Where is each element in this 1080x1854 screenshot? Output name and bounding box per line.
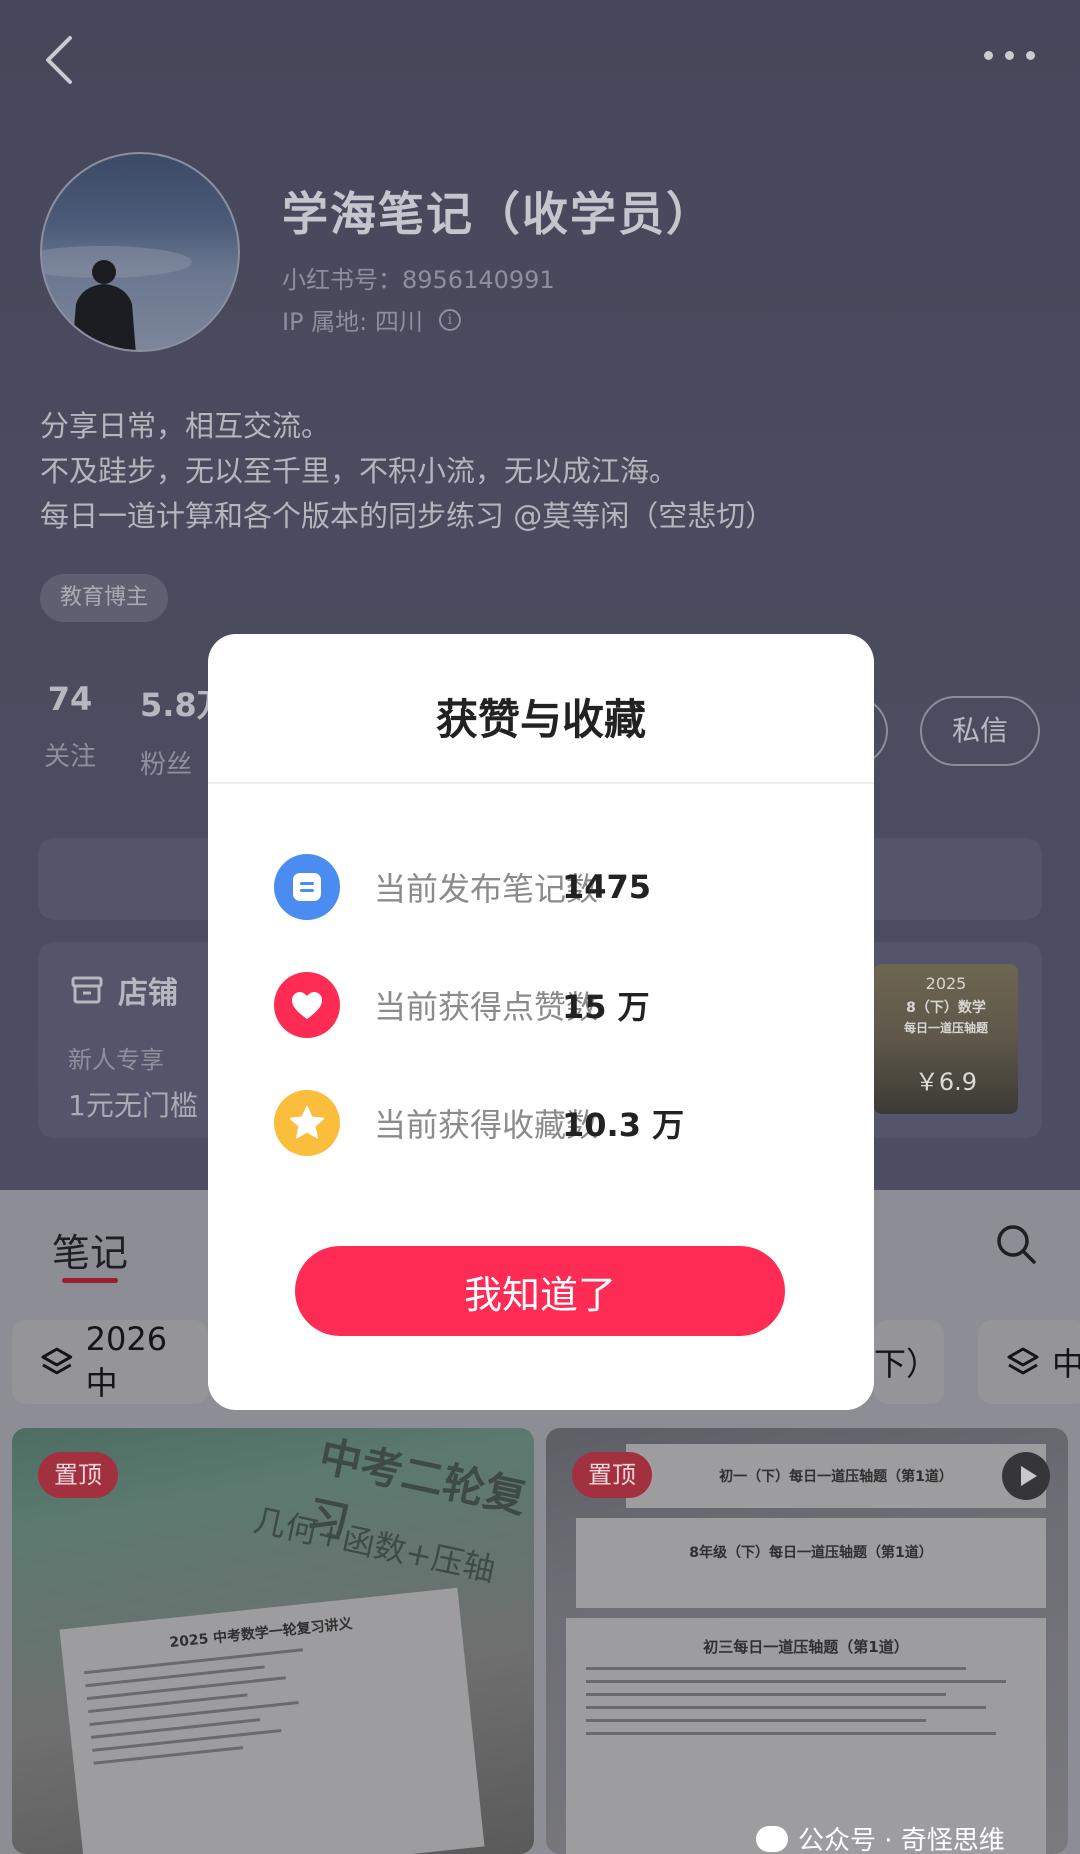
modal-row-value: 15 万 [562, 988, 650, 1026]
heart-icon [274, 972, 340, 1038]
note-card[interactable]: 中考二轮复习 几何+函数+压轴 2025 中考数学一轮复习讲义 置顶 [12, 1428, 534, 1854]
modal-row-favorites: 当前获得收藏数 10.3 万 [274, 1088, 684, 1158]
product-title: 每日一道压轴题 [903, 1021, 988, 1035]
collection-chip[interactable]: 中 [978, 1320, 1080, 1404]
info-icon[interactable]: i [438, 308, 461, 331]
shop-promo-value: 1元无门槛 [68, 1089, 198, 1122]
stats-modal: 获赞与收藏 当前发布笔记数 1475 当前获得点赞数 15 万 当前获得收藏数 [208, 634, 874, 1410]
stat-following[interactable]: 74 关注 [40, 680, 100, 773]
pinned-badge: 置顶 [572, 1452, 652, 1498]
product-year: 2025 [925, 974, 967, 993]
product-thumbnail[interactable]: 2025 8（下）数学 每日一道压轴题 ￥6.9 [874, 964, 1018, 1114]
profile-name: 学海笔记（收学员） [282, 187, 714, 241]
more-dots-icon [983, 50, 993, 60]
stat-following-label: 关注 [43, 742, 96, 772]
card-doc-title: 初三每日一道压轴题（第1道） [703, 1638, 909, 1656]
bio-line: 每日一道计算和各个版本的同步练习 @莫等闲（空悲切） [40, 499, 775, 533]
tab-notes[interactable]: 笔记 [52, 1222, 128, 1277]
note-icon [274, 854, 340, 920]
card-paper: 2025 中考数学一轮复习讲义 [59, 1587, 485, 1854]
profile-ip: IP 属地: 四川 i [282, 302, 461, 337]
modal-row-value: 1475 [562, 868, 652, 906]
modal-row-likes: 当前获得点赞数 15 万 [274, 970, 650, 1040]
message-button[interactable]: 私信 [920, 696, 1040, 766]
note-card[interactable]: 初一（下）每日一道压轴题（第1道） 8年级（下）每日一道压轴题（第1道） 初三每… [546, 1428, 1068, 1854]
store-icon [71, 976, 103, 1004]
stat-following-count: 74 [47, 680, 93, 718]
chevron-left-icon [46, 36, 72, 84]
layers-icon [1007, 1347, 1039, 1375]
profile-bio: 分享日常，相互交流。 不及跬步，无以至千里，不积小流，无以成江海。 每日一道计算… [40, 404, 774, 539]
profile-id: 小红书号：8956140991 [282, 266, 555, 294]
bio-line: 不及跬步，无以至千里，不积小流，无以成江海。 [40, 454, 679, 488]
card-doc-title: 初一（下）每日一道压轴题（第1道） [719, 1469, 953, 1485]
card-doc-title: 8年级（下）每日一道压轴题（第1道） [689, 1545, 933, 1561]
pinned-badge: 置顶 [38, 1452, 118, 1498]
modal-divider [208, 782, 874, 784]
modal-row-value: 10.3 万 [562, 1106, 685, 1144]
ip-location: IP 属地: 四川 [282, 308, 423, 336]
confirm-button[interactable]: 我知道了 [295, 1246, 785, 1336]
watermark-text: 公众号 · 奇怪思维 [798, 1826, 1005, 1854]
back-button[interactable] [36, 30, 86, 90]
collection-chip-label: 下） [874, 1345, 939, 1383]
play-icon[interactable] [1002, 1452, 1050, 1500]
avatar[interactable] [40, 152, 240, 352]
layers-icon [41, 1347, 73, 1375]
watermark: 公众号 · 奇怪思维 [756, 1820, 1005, 1854]
card-paper: 8年级（下）每日一道压轴题（第1道） [576, 1518, 1046, 1608]
shop-title-label: 店铺 [118, 976, 178, 1011]
collection-chip-label: 2026 中 [85, 1320, 168, 1402]
bio-line: 分享日常，相互交流。 [40, 409, 331, 443]
shop-promo-label: 新人专享 [68, 1046, 164, 1074]
search-icon[interactable] [994, 1222, 1038, 1266]
more-button[interactable] [974, 40, 1044, 70]
collection-chip[interactable]: 下） [874, 1320, 944, 1404]
product-price: ￥6.9 [914, 1068, 978, 1096]
card-paper: 初三每日一道压轴题（第1道） [566, 1618, 1046, 1854]
modal-title: 获赞与收藏 [435, 695, 646, 744]
shop-title[interactable]: 店铺 [70, 968, 178, 1012]
collection-chip[interactable]: 2026 中 [12, 1320, 208, 1404]
modal-row-notes: 当前发布笔记数 1475 [274, 852, 651, 922]
wechat-icon [756, 1825, 788, 1852]
card-paper: 初一（下）每日一道压轴题（第1道） [626, 1444, 1046, 1508]
tab-indicator [62, 1278, 118, 1283]
collection-chip-label: 中 [1052, 1345, 1080, 1383]
star-icon [274, 1090, 340, 1156]
product-subtitle: 8（下）数学 [906, 1000, 986, 1016]
profile-tag[interactable]: 教育博主 [40, 574, 169, 622]
